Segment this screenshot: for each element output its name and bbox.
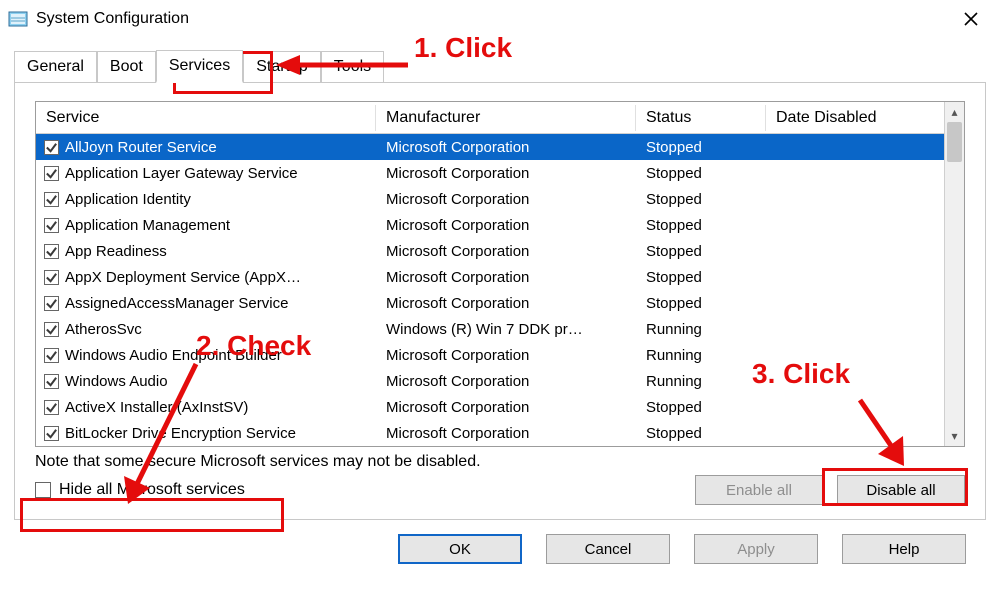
table-row[interactable]: Windows Audio Microsoft CorporationRunnin… [36,368,944,394]
col-service[interactable]: Service [36,105,376,131]
service-status: Running [636,321,766,338]
service-name: Application Management [65,217,230,234]
service-manufacturer: Windows (R) Win 7 DDK pr… [376,321,636,338]
service-manufacturer: Microsoft Corporation [376,191,636,208]
col-status[interactable]: Status [636,105,766,131]
scroll-up-icon[interactable]: ▴ [945,102,965,122]
service-manufacturer: Microsoft Corporation [376,217,636,234]
col-date-disabled[interactable]: Date Disabled [766,105,944,131]
hide-ms-checkbox[interactable]: Hide all Microsoft services [35,481,245,499]
service-checkbox[interactable] [44,296,59,311]
service-name: AppX Deployment Service (AppX… [65,269,301,286]
tab-tools[interactable]: Tools [321,51,384,82]
service-status: Stopped [636,165,766,182]
titlebar: System Configuration [0,0,1000,38]
table-row[interactable]: ActiveX Installer (AxInstSV) Microsoft Co… [36,394,944,420]
cancel-button[interactable]: Cancel [546,534,670,564]
service-checkbox[interactable] [44,166,59,181]
table-row[interactable]: AtherosSvc Windows (R) Win 7 DDK pr…Runni… [36,316,944,342]
tab-bar: GeneralBootServicesStartupTools [14,48,986,82]
service-manufacturer: Microsoft Corporation [376,269,636,286]
service-checkbox[interactable] [44,426,59,441]
scroll-down-icon[interactable]: ▾ [945,426,965,446]
service-name: AssignedAccessManager Service [65,295,288,312]
service-checkbox[interactable] [44,374,59,389]
apply-button[interactable]: Apply [694,534,818,564]
column-headers: Service Manufacturer Status Date Disable… [36,102,944,134]
service-checkbox[interactable] [44,218,59,233]
service-status: Stopped [636,269,766,286]
table-row[interactable]: BitLocker Drive Encryption Service Micros… [36,420,944,446]
table-row[interactable]: App Readiness Microsoft CorporationStoppe… [36,238,944,264]
service-checkbox[interactable] [44,270,59,285]
service-name: AllJoyn Router Service [65,139,217,156]
service-status: Stopped [636,191,766,208]
table-row[interactable]: AppX Deployment Service (AppX… Microsoft … [36,264,944,290]
service-status: Stopped [636,399,766,416]
service-name: Application Layer Gateway Service [65,165,298,182]
table-row[interactable]: AllJoyn Router Service Microsoft Corporat… [36,134,944,160]
tab-startup[interactable]: Startup [243,51,321,82]
help-button[interactable]: Help [842,534,966,564]
service-status: Stopped [636,295,766,312]
service-checkbox[interactable] [44,348,59,363]
table-row[interactable]: Application Layer Gateway Service Microso… [36,160,944,186]
service-name: AtherosSvc [65,321,142,338]
service-checkbox[interactable] [44,322,59,337]
hide-ms-label: Hide all Microsoft services [59,481,245,499]
service-status: Running [636,347,766,364]
scroll-thumb[interactable] [947,122,962,162]
tab-services[interactable]: Services [156,50,243,83]
service-checkbox[interactable] [44,140,59,155]
ok-button[interactable]: OK [398,534,522,564]
col-manufacturer[interactable]: Manufacturer [376,105,636,131]
service-name: Windows Audio Endpoint Builder [65,347,282,364]
service-checkbox[interactable] [44,192,59,207]
service-manufacturer: Microsoft Corporation [376,243,636,260]
service-checkbox[interactable] [44,244,59,259]
tab-boot[interactable]: Boot [97,51,156,82]
service-status: Stopped [636,243,766,260]
service-name: Application Identity [65,191,191,208]
window-body: GeneralBootServicesStartupTools Service … [0,38,1000,578]
service-manufacturer: Microsoft Corporation [376,165,636,182]
service-manufacturer: Microsoft Corporation [376,295,636,312]
service-list: Service Manufacturer Status Date Disable… [35,101,965,447]
service-status: Stopped [636,139,766,156]
table-row[interactable]: AssignedAccessManager Service Microsoft C… [36,290,944,316]
window-title: System Configuration [36,10,950,28]
enable-all-button[interactable]: Enable all [695,475,823,505]
service-status: Running [636,373,766,390]
close-button[interactable] [950,3,992,35]
tab-general[interactable]: General [14,51,97,82]
scrollbar[interactable]: ▴ ▾ [944,102,964,446]
service-name: BitLocker Drive Encryption Service [65,425,296,442]
service-manufacturer: Microsoft Corporation [376,425,636,442]
note-text: Note that some secure Microsoft services… [35,453,965,471]
service-manufacturer: Microsoft Corporation [376,399,636,416]
service-name: Windows Audio [65,373,168,390]
msconfig-icon [8,9,28,29]
table-row[interactable]: Application Management Microsoft Corporat… [36,212,944,238]
service-checkbox[interactable] [44,400,59,415]
service-manufacturer: Microsoft Corporation [376,347,636,364]
service-manufacturer: Microsoft Corporation [376,373,636,390]
service-manufacturer: Microsoft Corporation [376,139,636,156]
service-name: App Readiness [65,243,167,260]
service-status: Stopped [636,425,766,442]
service-status: Stopped [636,217,766,234]
services-panel: Service Manufacturer Status Date Disable… [14,82,986,520]
table-row[interactable]: Windows Audio Endpoint Builder Microsoft … [36,342,944,368]
disable-all-button[interactable]: Disable all [837,475,965,505]
service-name: ActiveX Installer (AxInstSV) [65,399,248,416]
table-row[interactable]: Application Identity Microsoft Corporatio… [36,186,944,212]
dialog-buttons: OK Cancel Apply Help [14,520,986,568]
service-rows: AllJoyn Router Service Microsoft Corporat… [36,134,944,446]
